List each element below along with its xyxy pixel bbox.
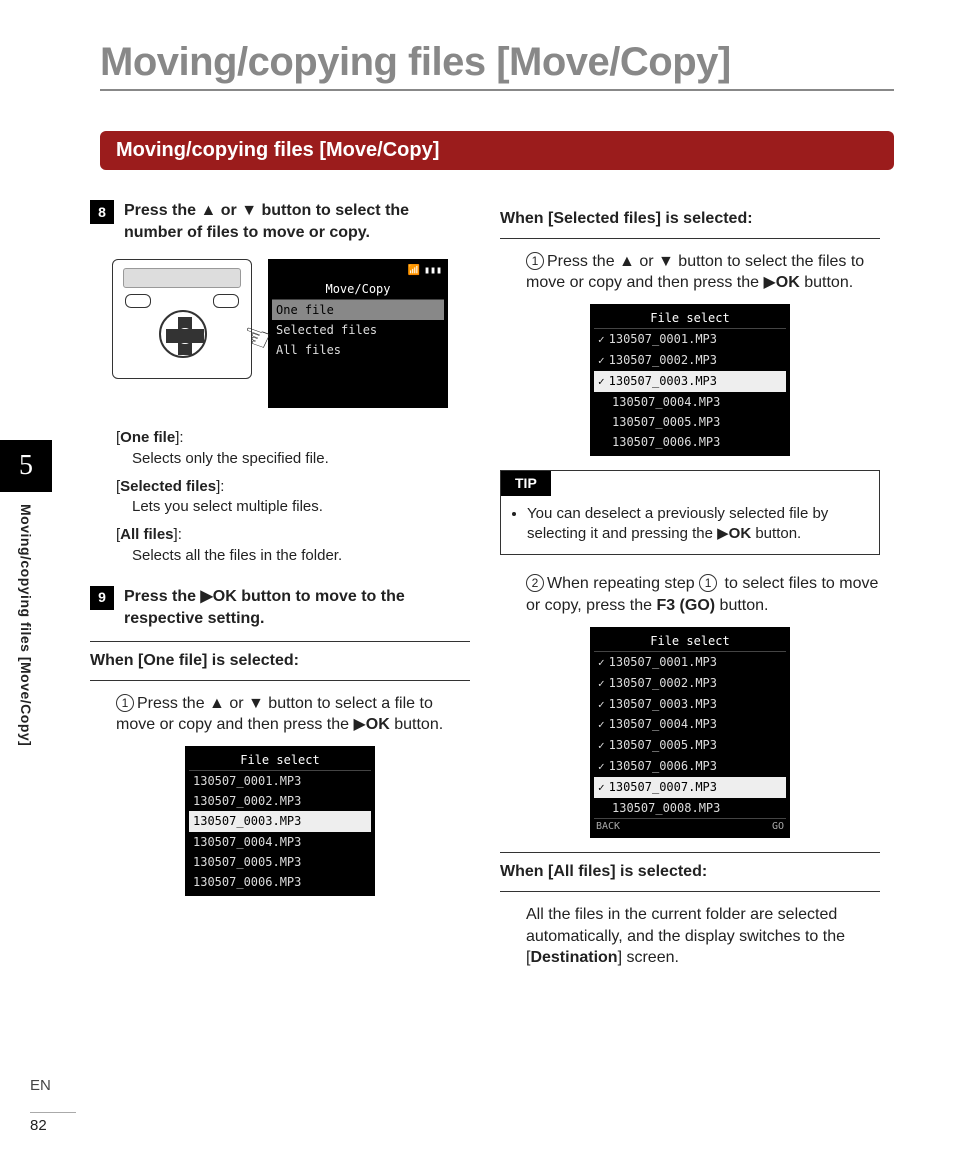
page-title: Moving/copying files [Move/Copy] <box>100 40 894 91</box>
circled-number-icon: 1 <box>699 574 717 592</box>
page-number: 82 <box>30 1112 76 1134</box>
softkey-go: GO <box>772 820 784 834</box>
ok-center: OK <box>177 328 193 344</box>
lcd-title: File select <box>594 308 786 329</box>
lcd-title: Move/Copy <box>272 279 444 300</box>
tip-item: You can deselect a previously selected f… <box>527 504 867 545</box>
side-label: Moving/copying files [Move/Copy] <box>0 492 34 746</box>
lcd-file-row: 130507_0002.MP3 <box>594 350 786 371</box>
side-tab: 5 Moving/copying files [Move/Copy] <box>0 440 52 746</box>
def-desc: Lets you select multiple files. <box>132 497 470 517</box>
all-files-body: All the files in the current folder are … <box>526 904 880 969</box>
t: Press the <box>124 202 200 219</box>
lcd-option: One file <box>272 300 444 320</box>
lcd-file-row: 130507_0005.MP3 <box>189 852 371 872</box>
step-text: Press the ▶OK button to move to the resp… <box>124 586 470 629</box>
ok-label: OK <box>366 716 390 733</box>
lcd-file-row: 130507_0002.MP3 <box>594 673 786 694</box>
subhead-one-file: When [One file] is selected: <box>90 641 470 681</box>
up-triangle-icon: ▲ <box>619 253 635 270</box>
lcd-file-row: 130507_0003.MP3 <box>594 694 786 715</box>
lcd-option: Selected files <box>272 320 444 340</box>
lcd-file-row: 130507_0002.MP3 <box>189 791 371 811</box>
lcd-file-row: 130507_0001.MP3 <box>594 329 786 350</box>
lcd-file-row: 130507_0008.MP3 <box>594 798 786 818</box>
device-and-screen-row: OK ☞ 📶 ▮▮▮ Move/Copy One file Selected fi… <box>90 259 470 408</box>
up-triangle-icon: ▲ <box>200 202 216 219</box>
lcd-file-row: 130507_0006.MP3 <box>189 872 371 892</box>
lcd-file-select-1: File select 130507_0001.MP3 130507_0002.… <box>185 746 375 896</box>
lcd-file-row: 130507_0006.MP3 <box>594 756 786 777</box>
lcd-file-row: 130507_0006.MP3 <box>594 432 786 452</box>
lcd-file-row: 130507_0001.MP3 <box>189 771 371 791</box>
option-definitions: [One file]: Selects only the specified f… <box>116 428 470 566</box>
step-number: 8 <box>90 200 114 224</box>
step-number: 9 <box>90 586 114 610</box>
lcd-file-row: 130507_0005.MP3 <box>594 735 786 756</box>
lcd-file-row: 130507_0003.MP3 <box>594 371 786 392</box>
substep-selected-2: 2When repeating step 1 to select files t… <box>526 573 880 616</box>
lcd-title: File select <box>189 750 371 771</box>
t: or <box>216 202 241 219</box>
step-8: 8 Press the ▲ or ▼ button to select the … <box>90 200 470 243</box>
status-icons: 📶 ▮▮▮ <box>272 263 444 279</box>
lcd-file-row: 130507_0003.MP3 <box>189 811 371 831</box>
down-triangle-icon: ▼ <box>241 202 257 219</box>
t: Press the <box>124 588 200 605</box>
def-term: [All files]: <box>116 525 470 545</box>
lcd-file-row: 130507_0004.MP3 <box>594 714 786 735</box>
subhead-all-files: When [All files] is selected: <box>500 852 880 892</box>
lcd-file-row: 130507_0001.MP3 <box>594 652 786 673</box>
circled-number-icon: 1 <box>526 252 544 270</box>
def-desc: Selects all the files in the folder. <box>132 546 470 566</box>
lcd-file-select-3: File select 130507_0001.MP3 130507_0002.… <box>590 627 790 839</box>
language-code: EN <box>30 1077 76 1094</box>
left-column: 8 Press the ▲ or ▼ button to select the … <box>90 200 470 979</box>
tip-box: TIP You can deselect a previously select… <box>500 470 880 555</box>
subhead-selected-files: When [Selected files] is selected: <box>500 200 880 239</box>
right-column: When [Selected files] is selected: 1Pres… <box>500 200 880 979</box>
def-term: [One file]: <box>116 428 470 448</box>
tip-body: You can deselect a previously selected f… <box>501 496 879 555</box>
lcd-file-row: 130507_0007.MP3 <box>594 777 786 798</box>
ok-label: OK <box>729 525 752 542</box>
softkey-back: BACK <box>596 820 620 834</box>
def-term: [Selected files]: <box>116 477 470 497</box>
substep-one-1: 1Press the ▲ or ▼ button to select a fil… <box>116 693 470 736</box>
battery-icon: ▮▮▮ <box>424 264 442 278</box>
section-banner: Moving/copying files [Move/Copy] <box>100 131 894 170</box>
substep-selected-1: 1Press the ▲ or ▼ button to select the f… <box>526 251 880 294</box>
play-triangle-icon: ▶ <box>763 274 775 291</box>
page-footer: EN 82 <box>30 1077 76 1134</box>
device-illustration: OK ☞ <box>112 259 252 379</box>
play-triangle-icon: ▶ <box>353 716 365 733</box>
lcd-file-row: 130507_0005.MP3 <box>594 412 786 432</box>
lcd-move-copy: 📶 ▮▮▮ Move/Copy One file Selected files A… <box>268 259 448 408</box>
ok-label: OK <box>213 588 237 605</box>
ok-label: OK <box>776 274 800 291</box>
lcd-file-row: 130507_0004.MP3 <box>189 832 371 852</box>
down-triangle-icon: ▼ <box>658 253 674 270</box>
dpad-icon: OK <box>159 310 207 358</box>
chapter-number: 5 <box>0 440 52 492</box>
tip-label: TIP <box>501 471 551 496</box>
play-triangle-icon: ▶ <box>717 525 729 542</box>
step-9: 9 Press the ▶OK button to move to the re… <box>90 586 470 629</box>
circled-number-icon: 1 <box>116 694 134 712</box>
def-desc: Selects only the specified file. <box>132 449 470 469</box>
play-triangle-icon: ▶ <box>200 588 212 605</box>
lcd-file-select-2: File select 130507_0001.MP3 130507_0002.… <box>590 304 790 456</box>
circled-number-icon: 2 <box>526 574 544 592</box>
down-triangle-icon: ▼ <box>248 695 264 712</box>
lcd-option: All files <box>272 340 444 360</box>
lcd-file-row: 130507_0004.MP3 <box>594 392 786 412</box>
wifi-icon: 📶 <box>407 264 419 278</box>
lcd-title: File select <box>594 631 786 652</box>
step-text: Press the ▲ or ▼ button to select the nu… <box>124 200 470 243</box>
up-triangle-icon: ▲ <box>209 695 225 712</box>
